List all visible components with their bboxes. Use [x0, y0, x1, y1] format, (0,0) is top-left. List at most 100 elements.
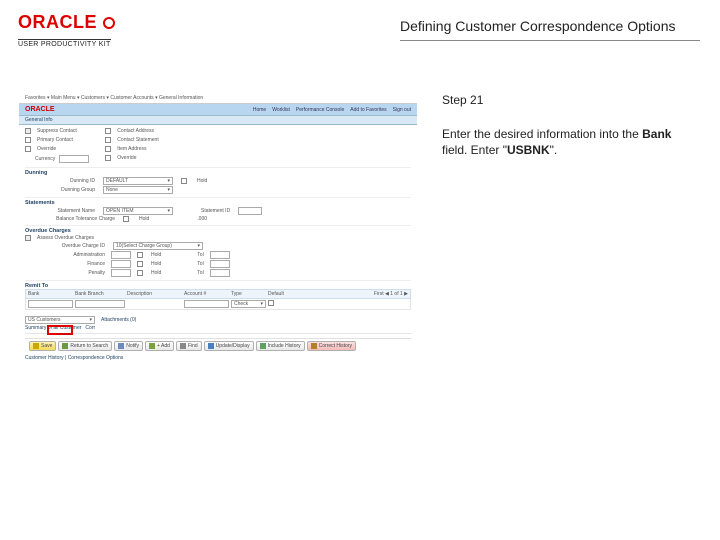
col-acct: Account # — [184, 291, 229, 297]
nav-signout[interactable]: Sign out — [393, 107, 411, 113]
app-breadcrumb[interactable]: Favorites ▾ Main Menu ▾ Customers ▾ Cust… — [19, 93, 417, 104]
chk-default[interactable] — [268, 300, 274, 306]
lbl-admin-tol: Tol — [197, 252, 203, 258]
return-button[interactable]: Return to Search — [58, 341, 112, 351]
page-title: Defining Customer Correspondence Options — [400, 18, 700, 41]
bold-value: USBNK — [507, 143, 550, 157]
return-icon — [62, 343, 68, 349]
link-corr[interactable]: Corr — [85, 325, 95, 331]
app-screenshot: Favorites ▾ Main Menu ▾ Customers ▾ Cust… — [18, 92, 418, 364]
nav-home[interactable]: Home — [253, 107, 266, 113]
lbl-penalty: Penalty — [25, 270, 105, 276]
col-type: Type — [231, 291, 266, 297]
currency-field[interactable] — [59, 155, 89, 163]
plus-icon — [149, 343, 155, 349]
app-header: ORACLE Home Worklist Performance Console… — [19, 104, 417, 115]
lbl-admin: Administration — [25, 252, 105, 258]
lbl-attach[interactable]: Attachments (0) — [101, 317, 136, 323]
lbl-contactaddr: Contact Address — [117, 128, 154, 134]
col-desc: Description — [127, 291, 182, 297]
sel-dunid[interactable]: DEFAULT▾ — [103, 177, 173, 185]
chk-primary[interactable] — [25, 137, 31, 143]
notify-button[interactable]: Notify — [114, 341, 143, 351]
lbl-dungroup: Dunning Group — [25, 187, 95, 193]
notify-icon — [118, 343, 124, 349]
lbl-override: Override — [117, 155, 136, 161]
chk-contactstmt[interactable] — [105, 137, 111, 143]
lbl-overridecur: Override — [37, 146, 56, 152]
oracle-logo: ORACLE — [18, 12, 115, 33]
chk-contactaddr[interactable] — [105, 128, 111, 134]
save-button[interactable]: Save — [29, 341, 56, 351]
type-select[interactable]: Check▾ — [231, 300, 266, 308]
lbl-contactstmt: Contact Statement — [117, 137, 158, 143]
include-history-icon — [260, 343, 266, 349]
chk-overridecur[interactable] — [25, 146, 31, 152]
fld-stmtid[interactable] — [238, 207, 262, 215]
chk-itemaddr[interactable] — [105, 146, 111, 152]
sel-ocid[interactable]: 10(Select Charge Group)▾ — [113, 242, 203, 250]
lbl-admin-hold: Hold — [151, 252, 161, 258]
step-label: Step 21 — [442, 92, 700, 108]
lbl-fin-tol: Tol — [197, 261, 203, 267]
fld-admin[interactable] — [111, 251, 131, 259]
fld-admin-tol[interactable] — [210, 251, 230, 259]
sel-stmtname[interactable]: OPEN ITEM▾ — [103, 207, 173, 215]
acct-input[interactable] — [184, 300, 229, 308]
include-history-button[interactable]: Include History — [256, 341, 305, 351]
fld-fin-tol[interactable] — [210, 260, 230, 268]
chk-pen-hold[interactable] — [137, 270, 143, 276]
oracle-logo-dot-icon — [103, 17, 115, 29]
lbl-ocid: Overdue Charge ID — [25, 243, 105, 249]
bank-input[interactable] — [28, 300, 73, 308]
fld-penalty[interactable] — [111, 269, 131, 277]
chk-suppress[interactable] — [25, 128, 31, 134]
chk-assess[interactable] — [25, 235, 31, 241]
col-branch: Bank Branch — [75, 291, 125, 297]
add-button[interactable]: + Add — [145, 341, 174, 351]
chk-dun-hold[interactable] — [181, 178, 187, 184]
app-brand: ORACLE — [25, 106, 55, 113]
logo-block: ORACLE USER PRODUCTIVITY KIT — [18, 12, 115, 51]
app-sublink-bar: General Info — [19, 115, 417, 125]
lbl-stmt-hold: Hold — [139, 216, 149, 222]
link-general[interactable]: General Info — [25, 117, 53, 123]
link-summary[interactable]: Summary of all Customer — [25, 325, 81, 331]
val-stmt-tol: .000 — [197, 216, 207, 222]
footer-links[interactable]: Customer History | Correspondence Option… — [25, 355, 411, 361]
txt1: Enter the desired information into the — [442, 127, 642, 141]
chk-admin-hold[interactable] — [137, 252, 143, 258]
lbl-dun-hold: Hold — [197, 178, 207, 184]
nav-worklist[interactable]: Worklist — [272, 107, 290, 113]
correct-history-icon — [311, 343, 317, 349]
lbl-primary: Primary Contact — [37, 137, 73, 143]
branch-input[interactable] — [75, 300, 125, 308]
nav-perf[interactable]: Performance Console — [296, 107, 344, 113]
chk-fin-hold[interactable] — [137, 261, 143, 267]
grid-nav-first[interactable]: First — [374, 291, 384, 297]
sec-statements: Statements — [25, 197, 411, 206]
lbl-stmtname: Statement Name — [25, 208, 95, 214]
button-bar: Save Return to Search Notify + Add Find … — [25, 338, 411, 353]
nav-addfav[interactable]: Add to Favorites — [350, 107, 386, 113]
txt2: field. Enter " — [442, 143, 507, 157]
chk-override[interactable] — [105, 155, 111, 161]
correct-history-button[interactable]: Correct History — [307, 341, 356, 351]
lbl-itemaddr: Item Address — [117, 146, 146, 152]
fld-pen-tol[interactable] — [210, 269, 230, 277]
sel-dungroup[interactable]: None▾ — [103, 186, 173, 194]
step-text: Enter the desired information into the B… — [442, 126, 700, 158]
col-bank: Bank — [28, 291, 73, 297]
desc-cell — [127, 300, 182, 308]
update-icon — [208, 343, 214, 349]
fld-finance[interactable] — [111, 260, 131, 268]
find-button[interactable]: Find — [176, 341, 202, 351]
lbl-fin-hold: Hold — [151, 261, 161, 267]
sel-customer[interactable]: US Customers▾ — [25, 316, 95, 324]
chk-stmt-hold[interactable] — [123, 216, 129, 222]
lbl-stmtid: Statement ID — [201, 208, 230, 214]
update-display-button[interactable]: Update/Display — [204, 341, 254, 351]
lbl-finance: Finance — [25, 261, 105, 267]
lbl-assess: Assess Overdue Charges — [37, 235, 94, 241]
lbl-pen-hold: Hold — [151, 270, 161, 276]
